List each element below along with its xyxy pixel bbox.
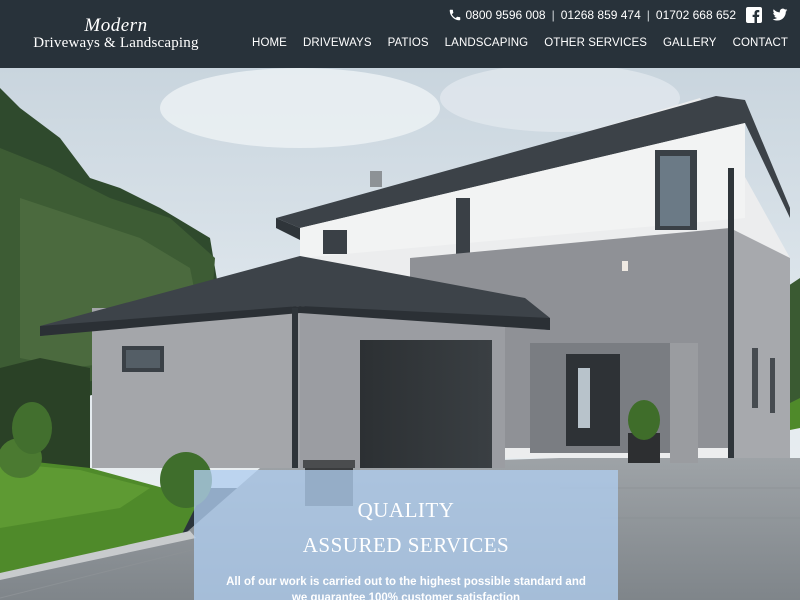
logo-subtitle: Driveways & Landscaping [33,35,199,51]
phone-number-1[interactable]: 0800 9596 008 [465,8,545,22]
site-logo[interactable]: Modern Driveways & Landscaping [30,16,202,51]
facebook-icon[interactable] [746,7,762,23]
nav-other-services[interactable]: OTHER SERVICES [544,37,647,49]
phone-separator: | [646,8,650,22]
twitter-icon[interactable] [772,7,788,23]
nav-gallery[interactable]: GALLERY [663,37,717,49]
phone-number-3[interactable]: 01702 668 652 [656,8,736,22]
nav-home[interactable]: HOME [252,37,287,49]
phone-icon [448,8,462,22]
promo-title-line1: QUALITY [357,498,455,522]
nav-landscaping[interactable]: LANDSCAPING [445,37,529,49]
phone-number-2[interactable]: 01268 859 474 [561,8,641,22]
site-header: Modern Driveways & Landscaping 0800 9596… [0,0,800,68]
nav-contact[interactable]: CONTACT [733,37,788,49]
hero-banner: QUALITY ASSURED SERVICES All of our work… [0,68,800,600]
main-nav: HOME DRIVEWAYS PATIOS LANDSCAPING OTHER … [236,37,788,49]
promo-box: QUALITY ASSURED SERVICES All of our work… [194,470,618,600]
contact-bar: 0800 9596 008 | 01268 859 474 | 01702 66… [448,5,788,25]
phone-separator: | [551,8,555,22]
promo-description: All of our work is carried out to the hi… [226,576,586,600]
logo-title: Modern [84,15,148,36]
promo-title-line2: ASSURED SERVICES [302,533,510,557]
nav-patios[interactable]: PATIOS [388,37,429,49]
nav-driveways[interactable]: DRIVEWAYS [303,37,372,49]
